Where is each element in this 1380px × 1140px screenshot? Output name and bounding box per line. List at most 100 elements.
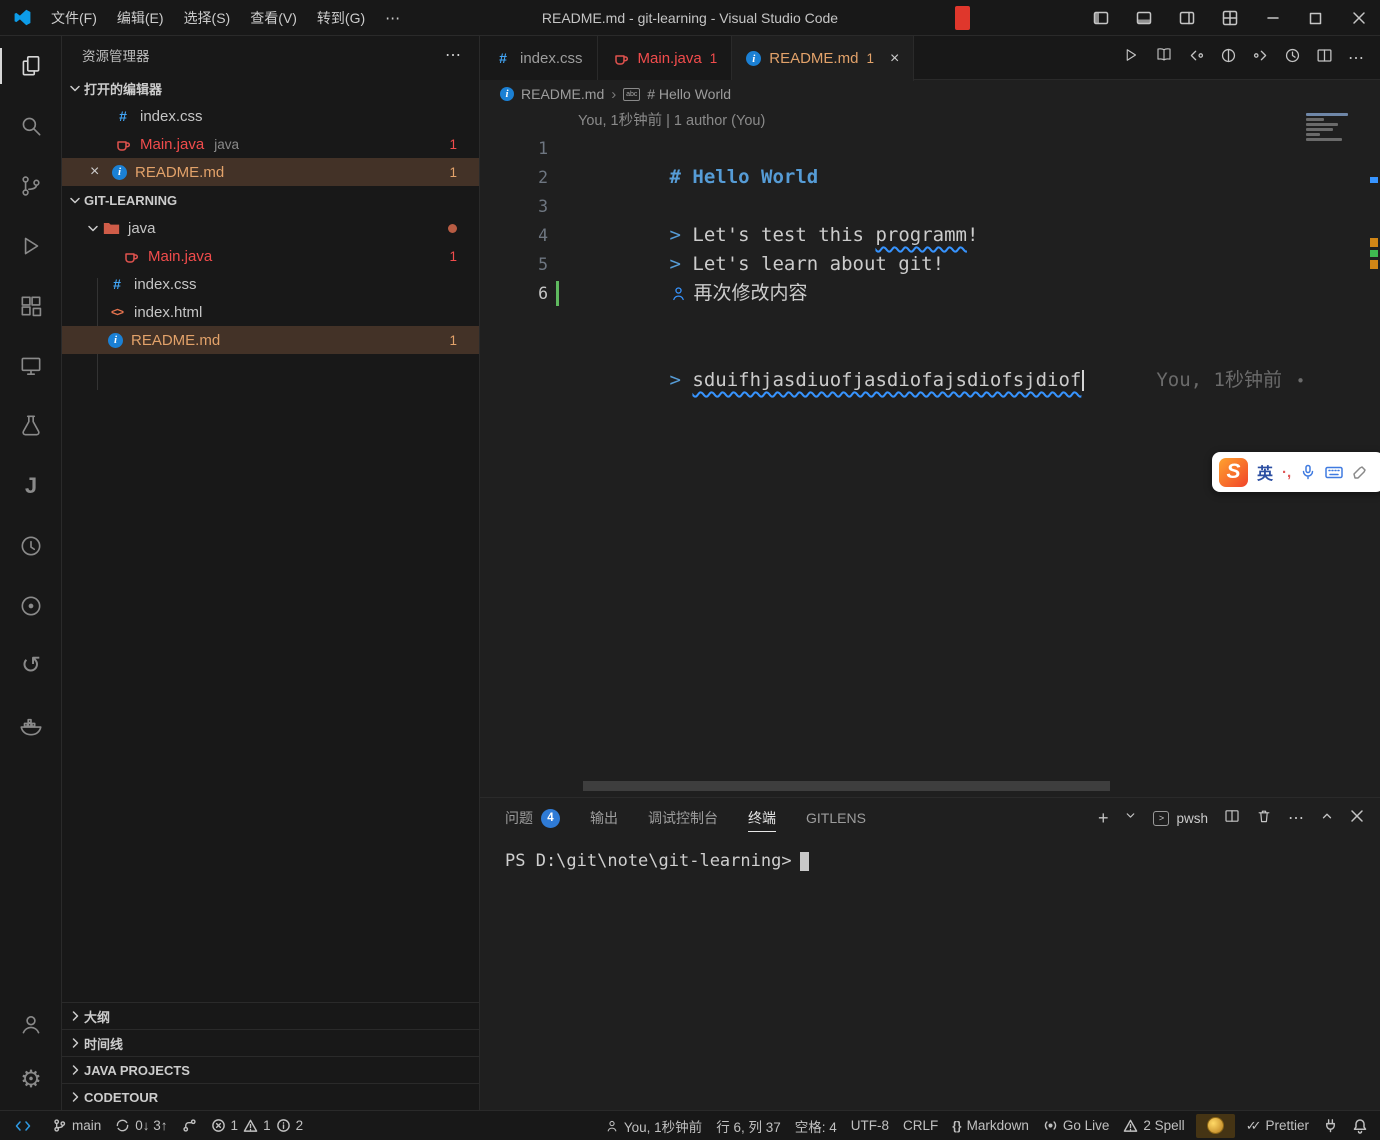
terminal-output[interactable]: PS D:\git\note\git-learning> bbox=[480, 838, 1380, 871]
search-icon[interactable] bbox=[0, 96, 62, 156]
split-terminal-icon[interactable] bbox=[1224, 808, 1240, 829]
file-index-html[interactable]: <> index.html bbox=[62, 298, 479, 326]
menu-edit[interactable]: 编辑(E) bbox=[107, 5, 174, 31]
problem-badge: 1 bbox=[449, 333, 457, 348]
indentation[interactable]: 空格: 4 bbox=[788, 1111, 844, 1140]
breadcrumb-file[interactable]: README.md bbox=[521, 86, 604, 102]
prev-change-icon[interactable] bbox=[1188, 47, 1205, 69]
file-readme-md[interactable]: i README.md 1 bbox=[62, 326, 479, 354]
tab-index-css[interactable]: # index.css bbox=[480, 36, 598, 80]
panel-more-actions-icon[interactable]: ⋯ bbox=[1288, 808, 1304, 828]
section-timeline[interactable]: 时间线 bbox=[62, 1029, 479, 1056]
layout-customize-icon[interactable] bbox=[1208, 0, 1251, 36]
terminal-instance-pwsh[interactable]: > pwsh bbox=[1153, 811, 1208, 826]
account-icon[interactable] bbox=[0, 996, 62, 1052]
project-root-header[interactable]: GIT-LEARNING bbox=[62, 186, 479, 214]
panel-tab-output[interactable]: 输出 bbox=[590, 798, 618, 838]
gold-badge-icon[interactable] bbox=[1196, 1114, 1235, 1138]
breadcrumb-symbol[interactable]: # Hello World bbox=[647, 86, 731, 102]
section-outline[interactable]: 大纲 bbox=[62, 1002, 479, 1029]
maximize-icon[interactable] bbox=[1294, 0, 1337, 36]
sidebar-more-actions-icon[interactable]: ⋯ bbox=[445, 45, 461, 65]
panel-tab-gitlens[interactable]: GITLENS bbox=[806, 798, 866, 838]
editor-more-actions-icon[interactable]: ⋯ bbox=[1348, 48, 1364, 68]
docker-icon[interactable] bbox=[0, 696, 62, 756]
close-panel-icon[interactable] bbox=[1350, 809, 1364, 828]
language-mode[interactable]: {} Markdown bbox=[945, 1111, 1036, 1140]
panel-tab-terminal[interactable]: 终端 bbox=[748, 798, 776, 838]
close-tab-icon[interactable]: × bbox=[890, 50, 899, 68]
encoding[interactable]: UTF-8 bbox=[844, 1111, 896, 1140]
ime-punctuation-icon[interactable]: ·, bbox=[1282, 464, 1291, 481]
maximize-panel-icon[interactable] bbox=[1320, 809, 1334, 828]
file-index-css[interactable]: # index.css bbox=[62, 270, 479, 298]
testing-icon[interactable] bbox=[0, 396, 62, 456]
split-editor-icon[interactable] bbox=[1316, 47, 1333, 69]
minimap[interactable] bbox=[1306, 111, 1364, 143]
open-editor-main-java[interactable]: Main.java java 1 bbox=[62, 130, 479, 158]
run-file-icon[interactable] bbox=[1122, 46, 1140, 69]
problem-badge: 1 bbox=[866, 51, 874, 66]
open-changes-icon[interactable] bbox=[1220, 47, 1237, 69]
tab-readme-md[interactable]: i README.md 1 × bbox=[732, 36, 914, 81]
kill-terminal-icon[interactable] bbox=[1256, 808, 1272, 829]
gitlens-icon[interactable] bbox=[0, 516, 62, 576]
menu-goto[interactable]: 转到(G) bbox=[307, 5, 375, 31]
menu-more-icon[interactable]: ⋯ bbox=[375, 9, 410, 27]
remote-indicator-icon[interactable] bbox=[0, 1111, 45, 1140]
open-editor-index-css[interactable]: # index.css bbox=[62, 102, 479, 130]
tab-main-java[interactable]: Main.java 1 bbox=[598, 36, 733, 80]
settings-gear-icon[interactable]: ⚙ bbox=[0, 1052, 62, 1108]
panel-tab-debug-console[interactable]: 调试控制台 bbox=[648, 798, 718, 838]
section-java-projects[interactable]: JAVA PROJECTS bbox=[62, 1056, 479, 1083]
open-editors-header[interactable]: 打开的编辑器 bbox=[62, 74, 479, 102]
check-all-icon: ✓✓ bbox=[1246, 1118, 1256, 1134]
extensions-icon[interactable] bbox=[0, 276, 62, 336]
ime-keyboard-icon[interactable] bbox=[1325, 465, 1343, 480]
history-icon[interactable]: ↺ bbox=[0, 636, 62, 696]
eol-sequence[interactable]: CRLF bbox=[896, 1111, 945, 1140]
problems-indicator[interactable]: 1 1 2 bbox=[204, 1111, 311, 1140]
menu-file[interactable]: 文件(F) bbox=[41, 5, 107, 31]
plug-icon[interactable] bbox=[1316, 1111, 1345, 1140]
panel-tab-problems[interactable]: 问题 4 bbox=[505, 798, 560, 838]
close-icon[interactable] bbox=[1337, 0, 1380, 36]
folder-java[interactable]: java bbox=[62, 214, 479, 242]
file-main-java[interactable]: Main.java 1 bbox=[62, 242, 479, 270]
ime-toolbox-icon[interactable] bbox=[1352, 464, 1368, 480]
explorer-icon[interactable] bbox=[0, 36, 62, 96]
close-editor-icon[interactable]: × bbox=[90, 163, 112, 181]
terminal-dropdown-icon[interactable] bbox=[1124, 809, 1137, 827]
cursor-position[interactable]: 行 6, 列 37 bbox=[709, 1111, 788, 1140]
file-history-icon[interactable] bbox=[1284, 47, 1301, 69]
branch-indicator[interactable]: main bbox=[45, 1111, 108, 1140]
section-codetour[interactable]: CODETOUR bbox=[62, 1083, 479, 1110]
layout-sidebar-icon[interactable] bbox=[1079, 0, 1122, 36]
layout-panel-icon[interactable] bbox=[1122, 0, 1165, 36]
menu-selection[interactable]: 选择(S) bbox=[174, 5, 241, 31]
git-graph-icon[interactable] bbox=[175, 1111, 204, 1140]
spell-checker-status[interactable]: 2 Spell bbox=[1116, 1111, 1191, 1140]
sogou-logo-icon[interactable]: S bbox=[1219, 458, 1248, 487]
sync-changes[interactable]: 0↓ 3↑ bbox=[108, 1111, 174, 1140]
open-editor-readme-md[interactable]: × i README.md 1 bbox=[62, 158, 479, 186]
ime-mic-icon[interactable] bbox=[1300, 464, 1316, 480]
codetour-icon[interactable] bbox=[0, 576, 62, 636]
notifications-bell-icon[interactable] bbox=[1345, 1111, 1380, 1140]
horizontal-scrollbar[interactable] bbox=[583, 781, 1110, 791]
markdown-preview-icon[interactable] bbox=[1155, 46, 1173, 69]
go-live-button[interactable]: Go Live bbox=[1036, 1111, 1117, 1140]
prettier-status[interactable]: ✓✓ Prettier bbox=[1239, 1111, 1316, 1140]
codelens-authors[interactable]: You, 1秒钟前 | 1 author (You) bbox=[480, 108, 1380, 134]
blame-status[interactable]: You, 1秒钟前 bbox=[598, 1111, 709, 1140]
new-terminal-icon[interactable]: + bbox=[1098, 808, 1109, 829]
remote-explorer-icon[interactable] bbox=[0, 336, 62, 396]
next-change-icon[interactable] bbox=[1252, 47, 1269, 69]
java-icon[interactable]: J bbox=[0, 456, 62, 516]
minimize-icon[interactable] bbox=[1251, 0, 1294, 36]
ime-mode-indicator[interactable]: 英 bbox=[1257, 460, 1273, 484]
source-control-icon[interactable] bbox=[0, 156, 62, 216]
menu-view[interactable]: 查看(V) bbox=[240, 5, 307, 31]
layout-secondary-sidebar-icon[interactable] bbox=[1165, 0, 1208, 36]
run-debug-icon[interactable] bbox=[0, 216, 62, 276]
